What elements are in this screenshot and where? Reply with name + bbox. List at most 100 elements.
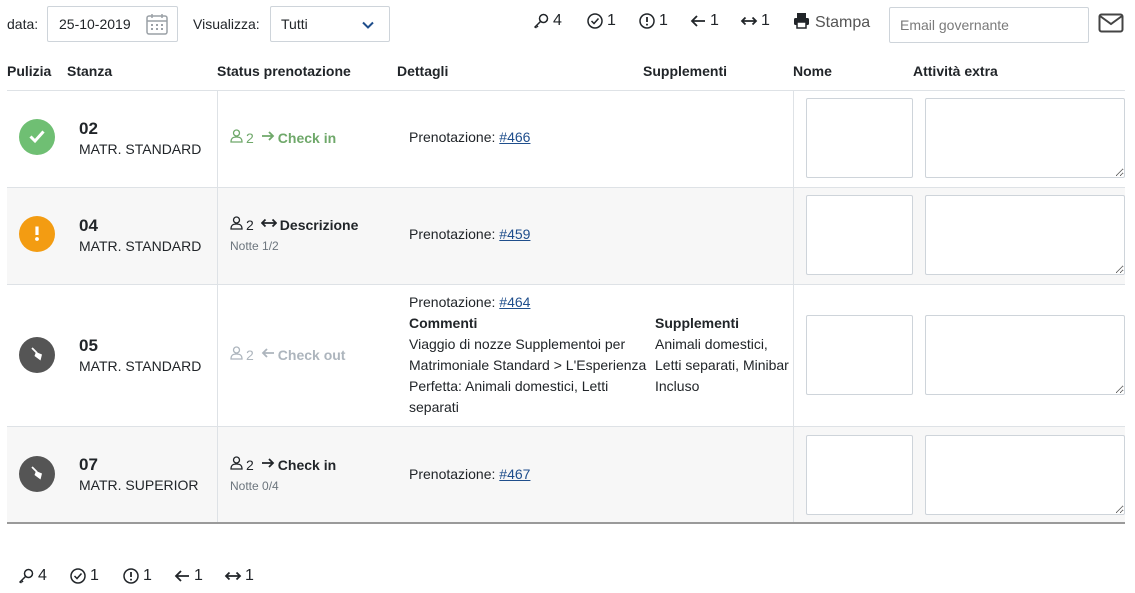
user-icon — [230, 216, 243, 233]
stat-checked-value: 1 — [90, 567, 99, 584]
booking-status: 2 Check in — [230, 129, 336, 146]
nights-info: Notte 0/4 — [230, 479, 279, 493]
stat-checkouts: 1 — [689, 12, 719, 30]
attivita-extra-textarea[interactable] — [925, 98, 1125, 178]
header-pulizia: Pulizia — [7, 63, 52, 79]
stat-keys: 4 — [532, 12, 562, 30]
table-row: 04 MATR. STANDARD 2 Descrizione Notte 1/… — [7, 188, 1125, 285]
check-circle-icon — [69, 567, 87, 585]
guest-count: 2 — [246, 216, 254, 233]
booking-info: Prenotazione: #459 — [409, 226, 530, 242]
envelope-icon[interactable] — [1098, 12, 1124, 37]
header-status: Status prenotazione — [217, 63, 351, 79]
booking-label: Prenotazione: — [409, 466, 496, 482]
room-type: MATR. STANDARD — [79, 358, 202, 374]
view-select-value: Tutti — [281, 16, 308, 32]
booking-info: Prenotazione: #466 — [409, 129, 530, 145]
column-divider — [793, 427, 794, 522]
nome-input[interactable] — [806, 98, 913, 178]
room-number: 05 — [79, 336, 98, 355]
booking-action: Check in — [277, 456, 337, 473]
user-icon — [230, 346, 243, 363]
nome-input[interactable] — [806, 435, 913, 515]
room-type: MATR. STANDARD — [79, 141, 202, 157]
arrow-left-icon — [173, 567, 191, 585]
nome-input[interactable] — [806, 315, 913, 395]
booking-action: Check out — [277, 346, 346, 363]
email-governante-input[interactable] — [889, 7, 1089, 43]
guest-count: 2 — [246, 456, 254, 473]
arrow-right-icon — [261, 456, 275, 473]
booking-action: Check in — [277, 129, 337, 146]
arrow-right-icon — [261, 129, 275, 146]
arrow-left-icon — [261, 346, 275, 363]
stat-stays: 1 — [740, 12, 770, 30]
stat-alerts: 1 — [638, 12, 668, 30]
print-label: Stampa — [815, 14, 871, 31]
room-number: 02 — [79, 119, 98, 138]
room-type: MATR. SUPERIOR — [79, 477, 199, 493]
booking-link[interactable]: #464 — [499, 294, 530, 310]
column-divider — [793, 188, 794, 284]
key-icon — [17, 567, 35, 585]
column-divider — [793, 91, 794, 187]
exclamation-circle-icon — [638, 12, 656, 30]
stat-stays-value: 1 — [761, 12, 770, 29]
stat-alerts-value: 1 — [659, 12, 668, 29]
room-type: MATR. STANDARD — [79, 238, 202, 254]
nome-input[interactable] — [806, 195, 913, 275]
booking-action: Descrizione — [279, 216, 359, 233]
printer-icon — [793, 12, 810, 34]
column-divider — [217, 188, 218, 284]
exclamation-icon — [27, 223, 47, 246]
comments-text: Viaggio di nozze Supplementoi per Matrim… — [409, 334, 649, 418]
comments-line: Matrimoniale Standard > L'Esperienza — [409, 357, 647, 373]
exclamation-circle-icon — [122, 567, 140, 585]
view-label: Visualizza: — [193, 16, 260, 32]
cleaning-status-to-clean[interactable] — [19, 337, 55, 373]
broom-icon — [27, 463, 47, 486]
header-supplementi: Supplementi — [643, 63, 728, 79]
comments-line: Perfetta: Animali domestici, Letti — [409, 378, 609, 394]
attivita-extra-textarea[interactable] — [925, 195, 1125, 275]
checkmark-icon — [27, 126, 47, 149]
arrow-left-icon — [689, 12, 707, 30]
check-circle-icon — [586, 12, 604, 30]
header-nome: Nome — [793, 63, 832, 79]
calendar-icon[interactable] — [145, 12, 169, 39]
guest-count: 2 — [246, 346, 254, 363]
view-select[interactable]: Tutti — [270, 6, 390, 42]
date-picker[interactable]: 25-10-2019 — [47, 6, 178, 42]
header-attivita-extra: Attività extra — [913, 63, 998, 79]
stat-stays: 1 — [224, 567, 254, 585]
stat-keys: 4 — [17, 567, 47, 585]
room-number: 07 — [79, 455, 98, 474]
booking-info: Prenotazione: #467 — [409, 466, 530, 482]
supplements-line: Animali domestici, — [655, 336, 768, 352]
column-divider — [217, 427, 218, 522]
user-icon — [230, 456, 243, 473]
cleaning-status-to-clean[interactable] — [19, 456, 55, 492]
booking-link[interactable]: #459 — [499, 226, 530, 242]
booking-link[interactable]: #466 — [499, 129, 530, 145]
key-icon — [532, 12, 550, 30]
supplements-line: Letti separati, Minibar — [655, 357, 789, 373]
booking-status: 2 Descrizione — [230, 216, 358, 233]
booking-link[interactable]: #467 — [499, 466, 530, 482]
table-header: Pulizia Stanza Status prenotazione Detta… — [7, 53, 1125, 91]
table-row: 05 MATR. STANDARD 2 Check out Prenotazio… — [7, 285, 1125, 427]
print-button[interactable]: Stampa — [793, 12, 870, 34]
stat-keys-value: 4 — [553, 12, 562, 29]
column-divider — [217, 285, 218, 426]
attivita-extra-textarea[interactable] — [925, 315, 1125, 395]
booking-info: Prenotazione: #464 — [409, 294, 530, 310]
cleaning-status-warning[interactable] — [19, 216, 55, 252]
attivita-extra-textarea[interactable] — [925, 435, 1125, 515]
cleaning-status-clean[interactable] — [19, 119, 55, 155]
date-label: data: — [7, 16, 39, 32]
column-divider — [217, 91, 218, 187]
header-dettagli: Dettagli — [397, 63, 449, 79]
comments-line: Viaggio di nozze Supplementoi per — [409, 336, 626, 352]
booking-status: 2 Check out — [230, 346, 345, 363]
stat-checkouts-value: 1 — [710, 12, 719, 29]
